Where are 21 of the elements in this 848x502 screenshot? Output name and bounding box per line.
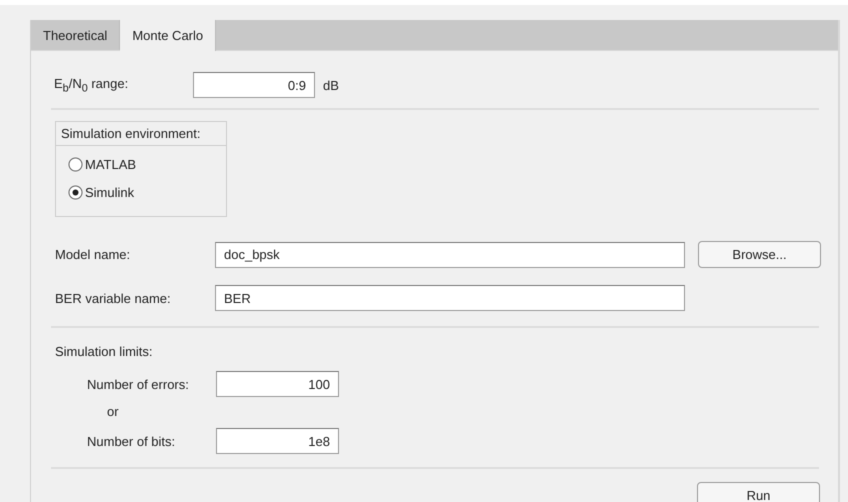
ber-label: BER variable name:: [55, 290, 172, 306]
errors-field[interactable]: 100: [216, 371, 339, 397]
ber-field[interactable]: BER: [215, 285, 685, 311]
unit-label: dB: [323, 78, 339, 92]
run-button[interactable]: Run: [697, 482, 820, 502]
browse-button[interactable]: Browse...: [698, 241, 821, 268]
model-field[interactable]: doc_bpsk: [215, 242, 685, 268]
range-label: E$_{b}$/N$_{0}$ range:: [54, 76, 130, 94]
group-title: Simulation environment:: [56, 122, 226, 146]
radio-label: Simulink: [85, 184, 134, 200]
errors-label: Number of errors:: [87, 376, 190, 392]
bits-label: Number of bits:: [87, 434, 176, 448]
limits-title: Simulation limits:: [55, 344, 153, 359]
radio-selected-icon[interactable]: [68, 184, 83, 200]
tab[interactable]: Monte Carlo: [120, 20, 216, 51]
or-label: or: [107, 404, 119, 418]
radio-icon[interactable]: [68, 156, 83, 172]
model-label: Model name:: [55, 247, 132, 262]
radio-label: MATLAB: [85, 156, 136, 172]
range-field[interactable]: 0:9: [193, 72, 315, 98]
bits-field[interactable]: 1e8: [216, 428, 339, 454]
